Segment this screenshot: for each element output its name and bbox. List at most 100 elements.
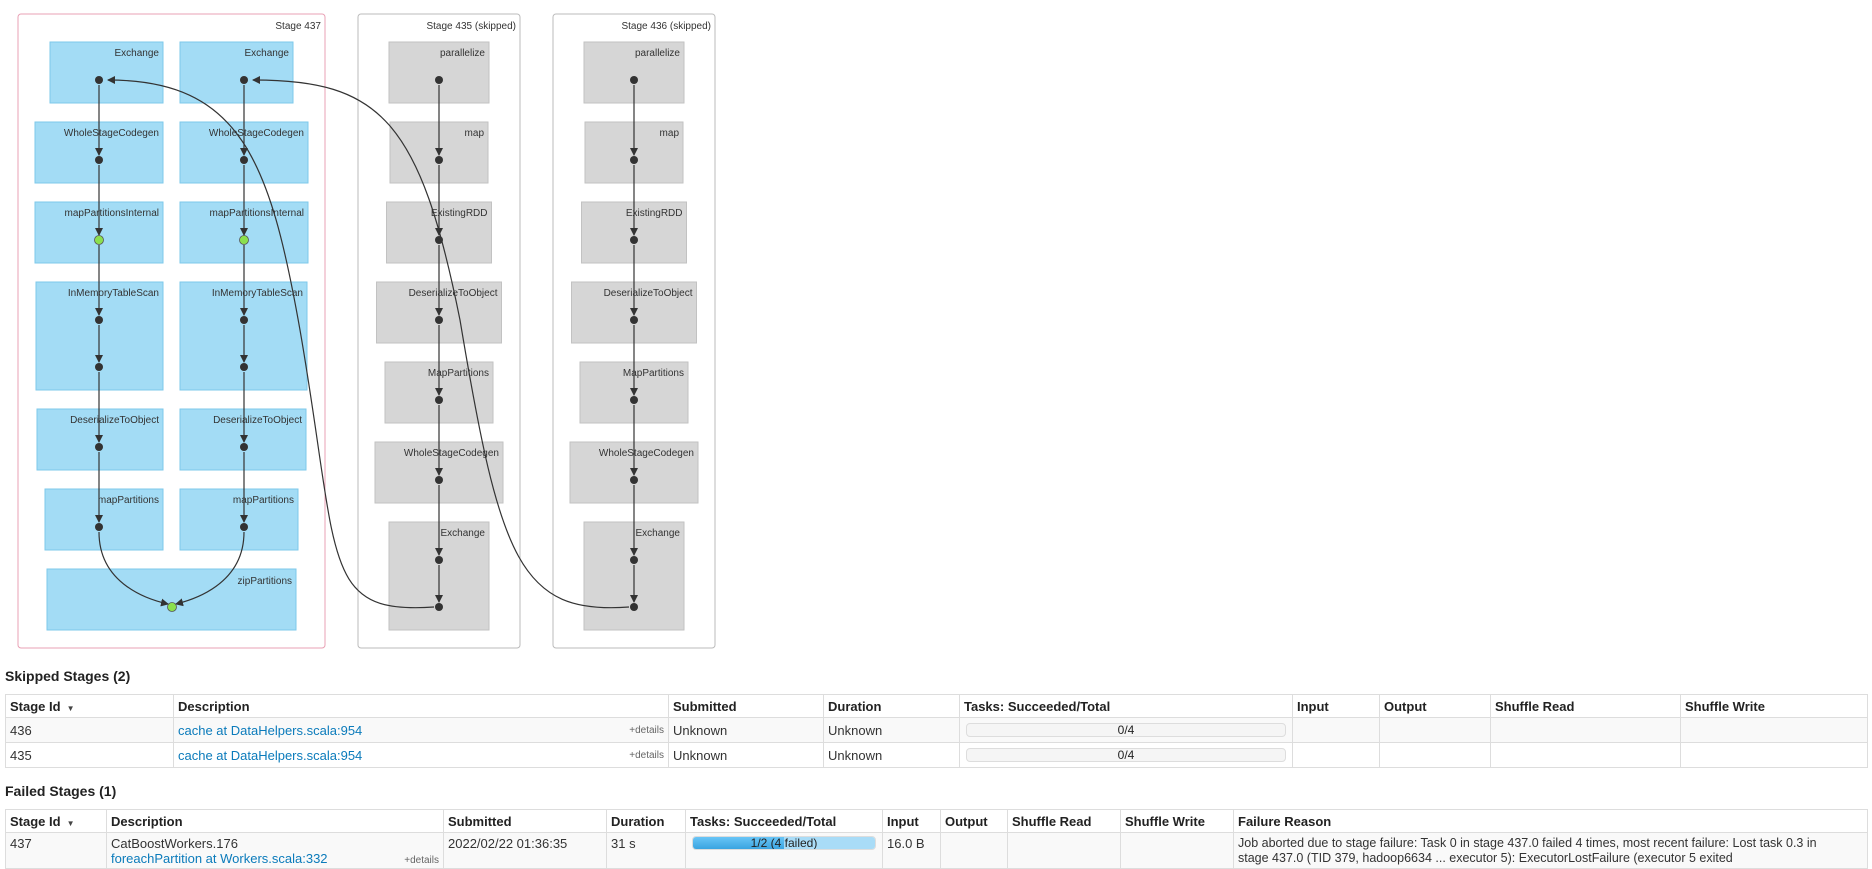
- col-duration[interactable]: Duration: [823, 694, 960, 718]
- details-toggle[interactable]: +details: [629, 750, 664, 761]
- rdd-node-label: InMemoryTableScan: [68, 288, 159, 299]
- col-failure-reason[interactable]: Failure Reason: [1233, 809, 1868, 833]
- submitted: 2022/02/22 01:36:35: [443, 832, 607, 869]
- rdd-node-label: DeserializeToObject: [604, 288, 693, 299]
- col-input[interactable]: Input: [882, 809, 941, 833]
- tasks-cell: 0/4: [959, 717, 1293, 743]
- rdd-dot[interactable]: [167, 602, 177, 612]
- rdd-dot[interactable]: [630, 556, 638, 564]
- col-description[interactable]: Description: [106, 809, 444, 833]
- rdd-dot[interactable]: [630, 396, 638, 404]
- rdd-dot[interactable]: [240, 363, 248, 371]
- rdd-dot[interactable]: [630, 316, 638, 324]
- submitted: Unknown: [668, 717, 824, 743]
- rdd-dot[interactable]: [240, 523, 248, 531]
- rdd-dot[interactable]: [435, 603, 443, 611]
- rdd-dot[interactable]: [630, 156, 638, 164]
- shuffle-write: [1680, 717, 1868, 743]
- rdd-dot[interactable]: [435, 76, 443, 84]
- rdd-node-label: MapPartitions: [623, 368, 684, 379]
- col-input[interactable]: Input: [1292, 694, 1380, 718]
- rdd-dot[interactable]: [630, 603, 638, 611]
- rdd-dot[interactable]: [240, 443, 248, 451]
- tasks-cell: 0/4: [959, 742, 1293, 768]
- table-row: 436 cache at DataHelpers.scala:954 +detai…: [5, 717, 1868, 743]
- output: [1379, 717, 1491, 743]
- task-progress-bar: 0/4: [966, 723, 1286, 737]
- rdd-dot[interactable]: [95, 443, 103, 451]
- col-output[interactable]: Output: [940, 809, 1008, 833]
- rdd-dot[interactable]: [239, 235, 249, 245]
- sort-down-icon[interactable]: ▼: [67, 704, 75, 713]
- rdd-node-label: Exchange: [245, 48, 290, 59]
- failed-stages-title[interactable]: Failed Stages (1): [5, 783, 116, 799]
- col-shuffle-read[interactable]: Shuffle Read: [1490, 694, 1681, 718]
- stage-id: 435: [5, 742, 174, 768]
- sort-down-icon[interactable]: ▼: [67, 819, 75, 828]
- details-toggle[interactable]: +details: [404, 853, 439, 868]
- rdd-dot[interactable]: [435, 396, 443, 404]
- failure-reason-line: Job aborted due to stage failure: Task 0…: [1238, 836, 1817, 850]
- header-label: Stage Id: [10, 813, 61, 829]
- col-submitted[interactable]: Submitted: [443, 809, 607, 833]
- rdd-dot[interactable]: [95, 156, 103, 164]
- output: [1379, 742, 1491, 768]
- duration: Unknown: [823, 742, 960, 768]
- cluster-label: Stage 435 (skipped): [426, 21, 516, 32]
- rdd-dot[interactable]: [95, 316, 103, 324]
- stage-link[interactable]: cache at DataHelpers.scala:954: [178, 748, 362, 763]
- skipped-stages-table: Stage Id ▼ Description Submitted Duration…: [5, 694, 1868, 768]
- col-stage-id[interactable]: Stage Id ▼: [5, 809, 107, 833]
- task-progress-bar: 1/2 (4 failed): [692, 836, 876, 850]
- rdd-node-label: parallelize: [635, 48, 680, 59]
- rdd-node-label: mapPartitions: [98, 495, 159, 506]
- input: 16.0 B: [882, 832, 941, 869]
- col-description[interactable]: Description: [173, 694, 669, 718]
- col-duration[interactable]: Duration: [606, 809, 686, 833]
- col-output[interactable]: Output: [1379, 694, 1491, 718]
- cluster-label: Stage 437: [275, 21, 321, 32]
- task-progress-label: 1/2 (4 failed): [750, 836, 818, 850]
- rdd-node-label: Exchange: [115, 48, 160, 59]
- skipped-stages-title[interactable]: Skipped Stages (2): [5, 668, 130, 684]
- rdd-dot[interactable]: [95, 363, 103, 371]
- description-cell: cache at DataHelpers.scala:954 +details: [173, 742, 669, 768]
- col-stage-id[interactable]: Stage Id ▼: [5, 694, 174, 718]
- rdd-node-label: Exchange: [636, 528, 681, 539]
- rdd-dot[interactable]: [435, 556, 443, 564]
- stage-link[interactable]: cache at DataHelpers.scala:954: [178, 723, 362, 738]
- rdd-node-label: WholeStageCodegen: [599, 448, 694, 459]
- col-tasks[interactable]: Tasks: Succeeded/Total: [685, 809, 883, 833]
- rdd-dot[interactable]: [435, 236, 443, 244]
- rdd-dot[interactable]: [630, 476, 638, 484]
- submitted: Unknown: [668, 742, 824, 768]
- rdd-node-label: mapPartitionsInternal: [65, 208, 160, 219]
- col-shuffle-read[interactable]: Shuffle Read: [1007, 809, 1121, 833]
- rdd-dot[interactable]: [435, 316, 443, 324]
- header-label: Stage Id: [10, 698, 61, 714]
- table-row: 435 cache at DataHelpers.scala:954 +detai…: [5, 742, 1868, 768]
- rdd-dot[interactable]: [630, 76, 638, 84]
- rdd-dot[interactable]: [95, 523, 103, 531]
- rdd-dot[interactable]: [95, 76, 103, 84]
- col-submitted[interactable]: Submitted: [668, 694, 824, 718]
- task-progress-label: 0/4: [1117, 723, 1135, 737]
- col-tasks[interactable]: Tasks: Succeeded/Total: [959, 694, 1293, 718]
- rdd-node-label: InMemoryTableScan: [212, 288, 303, 299]
- rdd-dot[interactable]: [435, 156, 443, 164]
- rdd-dot[interactable]: [240, 76, 248, 84]
- rdd-dot[interactable]: [435, 476, 443, 484]
- col-shuffle-write[interactable]: Shuffle Write: [1680, 694, 1868, 718]
- rdd-dot[interactable]: [94, 235, 104, 245]
- tasks-cell: 1/2 (4 failed): [685, 832, 883, 869]
- col-shuffle-write[interactable]: Shuffle Write: [1120, 809, 1234, 833]
- dag-visualization: Stage 437 Stage 435 (skipped) Stage 436 (s…: [17, 13, 716, 649]
- details-toggle[interactable]: +details: [629, 725, 664, 736]
- rdd-dot[interactable]: [240, 156, 248, 164]
- rdd-node-label: WholeStageCodegen: [209, 128, 304, 139]
- description-cell: cache at DataHelpers.scala:954 +details: [173, 717, 669, 743]
- rdd-dot[interactable]: [240, 316, 248, 324]
- rdd-dot[interactable]: [630, 236, 638, 244]
- rdd-node-label: WholeStageCodegen: [64, 128, 159, 139]
- rdd-node-label: MapPartitions: [428, 368, 489, 379]
